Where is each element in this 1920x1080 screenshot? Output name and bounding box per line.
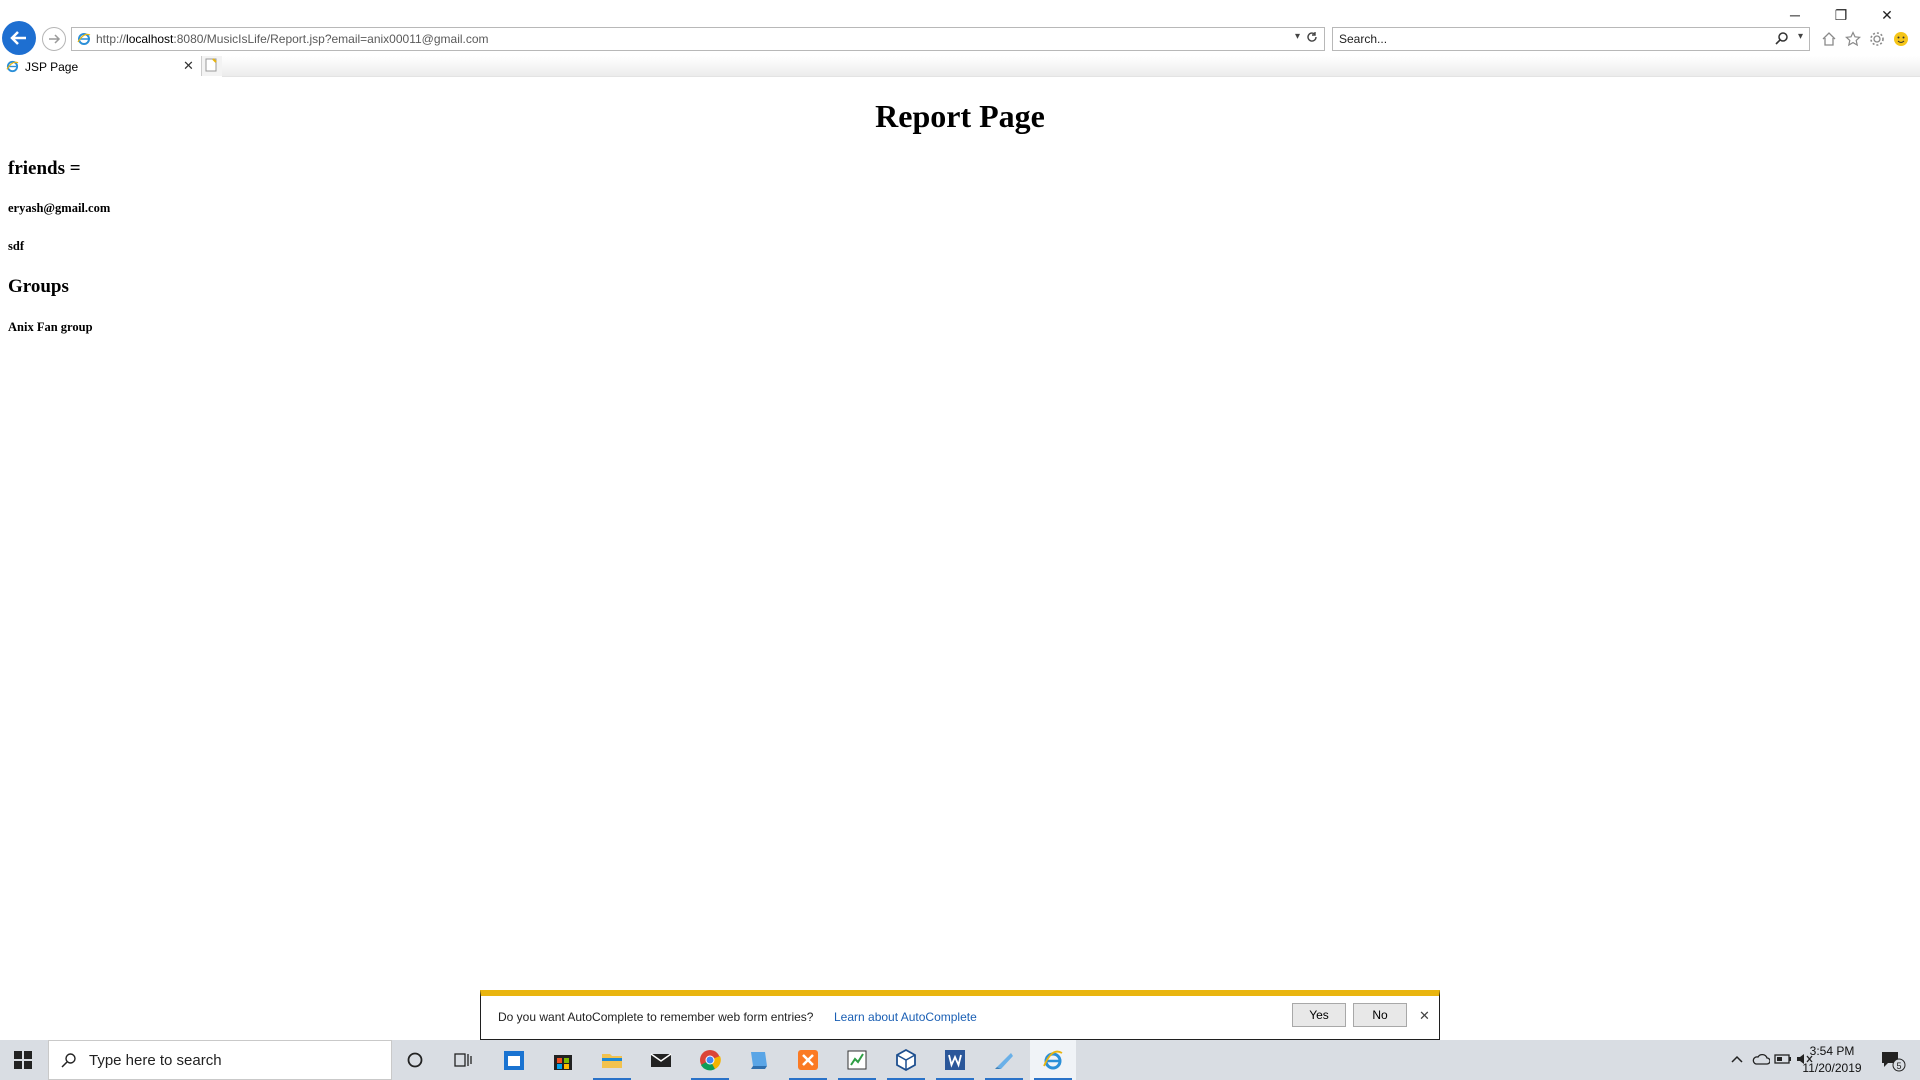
arrow-right-icon bbox=[49, 34, 61, 44]
minimize-icon[interactable]: ─ bbox=[1772, 4, 1818, 26]
taskbar-app-editor[interactable] bbox=[834, 1040, 880, 1080]
app-icon bbox=[751, 1052, 767, 1069]
new-tab-icon bbox=[205, 58, 217, 72]
ie-icon bbox=[77, 32, 91, 49]
autocomplete-notification: Do you want AutoComplete to remember web… bbox=[480, 990, 1440, 1040]
taskbar-app-store[interactable] bbox=[540, 1040, 586, 1080]
page-title: Report Page bbox=[875, 98, 1045, 134]
tab-title: JSP Page bbox=[25, 60, 79, 74]
close-icon[interactable]: ✕ bbox=[1419, 1008, 1430, 1024]
battery-icon[interactable] bbox=[1774, 1052, 1792, 1069]
taskbar: Type here to search 3:54 PM 11/20/2019 5 bbox=[0, 1040, 1920, 1080]
close-icon[interactable]: ✕ bbox=[1864, 4, 1910, 26]
address-bar[interactable]: http://localhost:8080/MusicIsLife/Report… bbox=[71, 27, 1325, 51]
home-icon[interactable] bbox=[1820, 30, 1838, 48]
no-button[interactable]: No bbox=[1353, 1003, 1407, 1027]
chrome-icon bbox=[700, 1050, 721, 1071]
restore-icon[interactable]: ❐ bbox=[1818, 4, 1864, 26]
group-item: Anix Fan group bbox=[8, 320, 93, 334]
search-icon bbox=[61, 1052, 77, 1072]
ie-icon bbox=[1043, 1050, 1063, 1070]
taskbar-search[interactable]: Type here to search bbox=[48, 1040, 392, 1080]
notification-count: 5 bbox=[1896, 1061, 1901, 1071]
action-center-button[interactable]: 5 bbox=[1880, 1050, 1906, 1077]
new-tab-button[interactable] bbox=[201, 56, 223, 76]
xampp-icon bbox=[798, 1050, 818, 1070]
taskbar-app-word[interactable] bbox=[932, 1040, 978, 1080]
window-controls: ─ ❐ ✕ bbox=[1772, 4, 1910, 26]
taskbar-app-mail[interactable] bbox=[638, 1040, 684, 1080]
task-view-icon bbox=[454, 1053, 472, 1067]
autocomplete-message: Do you want AutoComplete to remember web… bbox=[498, 1010, 814, 1024]
cube-icon bbox=[896, 1049, 916, 1071]
editor-icon bbox=[847, 1050, 867, 1070]
groups-heading: Groups bbox=[8, 276, 69, 297]
taskbar-search-placeholder: Type here to search bbox=[89, 1052, 222, 1069]
app-icon bbox=[995, 1053, 1013, 1069]
search-box[interactable]: Search... ▾ bbox=[1332, 27, 1810, 51]
taskbar-app-xampp[interactable] bbox=[785, 1040, 831, 1080]
star-icon[interactable] bbox=[1844, 30, 1862, 48]
page-content: Report Page friends = eryash@gmail.com s… bbox=[0, 78, 1920, 1038]
calendar-app-icon bbox=[504, 1051, 524, 1070]
tab-strip bbox=[222, 56, 1920, 77]
clock-time: 3:54 PM bbox=[1809, 1044, 1855, 1058]
taskbar-clock[interactable]: 3:54 PM 11/20/2019 bbox=[1792, 1043, 1872, 1077]
search-placeholder: Search... bbox=[1339, 32, 1388, 46]
gear-icon[interactable] bbox=[1868, 30, 1886, 48]
tab-jsp-page[interactable]: JSP Page ✕ bbox=[0, 56, 200, 79]
friend-item: eryash@gmail.com bbox=[8, 201, 111, 215]
task-view-button[interactable] bbox=[440, 1040, 486, 1080]
learn-autocomplete-link[interactable]: Learn about AutoComplete bbox=[834, 1010, 977, 1024]
windows-icon bbox=[14, 1051, 32, 1069]
taskbar-app-pinned[interactable] bbox=[736, 1040, 782, 1080]
url-text: http://localhost:8080/MusicIsLife/Report… bbox=[96, 32, 489, 46]
yes-button[interactable]: Yes bbox=[1292, 1003, 1346, 1027]
cloud-icon[interactable] bbox=[1752, 1052, 1771, 1069]
friend-item: sdf bbox=[8, 239, 24, 253]
mail-icon bbox=[650, 1053, 672, 1067]
start-button[interactable] bbox=[0, 1040, 46, 1080]
taskbar-app-pinned-2[interactable] bbox=[981, 1040, 1027, 1080]
browser-chrome: http://localhost:8080/MusicIsLife/Report… bbox=[0, 0, 1920, 79]
smiley-icon[interactable] bbox=[1892, 30, 1910, 48]
taskbar-app-internet-explorer[interactable] bbox=[1030, 1040, 1076, 1080]
taskbar-app-chrome[interactable] bbox=[687, 1040, 733, 1080]
arrow-left-icon bbox=[10, 31, 26, 45]
clock-date: 11/20/2019 bbox=[1802, 1061, 1862, 1075]
store-icon bbox=[554, 1055, 572, 1070]
cortana-icon bbox=[407, 1052, 423, 1068]
forward-button[interactable] bbox=[42, 27, 66, 51]
refresh-icon[interactable] bbox=[1306, 31, 1318, 46]
cortana-button[interactable] bbox=[392, 1040, 438, 1080]
word-icon bbox=[945, 1050, 965, 1070]
taskbar-app-calendar[interactable] bbox=[491, 1040, 537, 1080]
chevron-down-icon[interactable]: ▾ bbox=[1798, 31, 1803, 42]
friends-heading: friends = bbox=[8, 158, 81, 179]
search-icon[interactable] bbox=[1775, 31, 1789, 48]
toolbar-icons bbox=[1820, 28, 1918, 50]
taskbar-app-file-explorer[interactable] bbox=[589, 1040, 635, 1080]
notification-icon: 5 bbox=[1882, 1052, 1906, 1072]
chevron-up-icon[interactable] bbox=[1730, 1052, 1744, 1069]
ie-icon bbox=[6, 60, 19, 76]
back-button[interactable] bbox=[2, 21, 36, 55]
taskbar-app-virtualbox[interactable] bbox=[883, 1040, 929, 1080]
chevron-down-icon[interactable]: ▾ bbox=[1295, 31, 1300, 42]
tab-close-icon[interactable]: ✕ bbox=[183, 58, 194, 74]
folder-icon bbox=[602, 1054, 622, 1068]
